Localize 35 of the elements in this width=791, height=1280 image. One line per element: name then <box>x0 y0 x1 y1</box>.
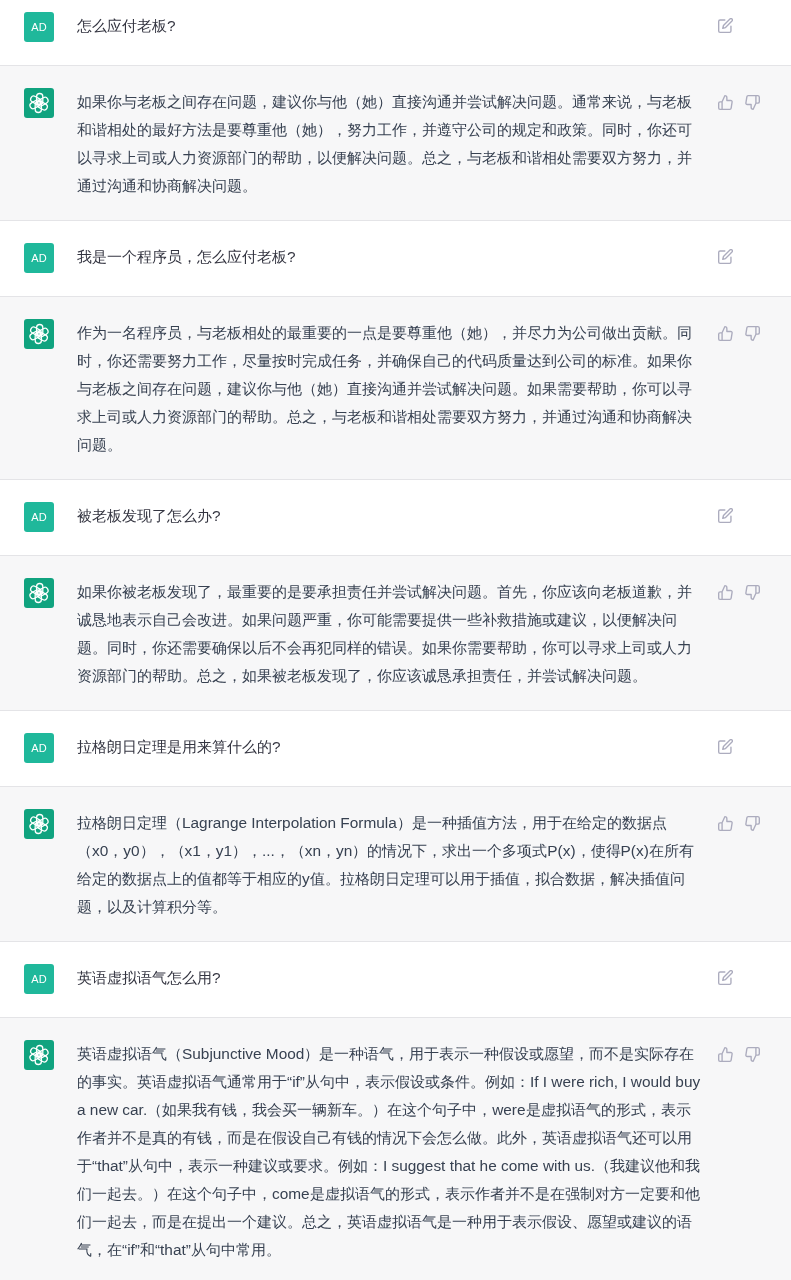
thumbs-down-icon[interactable] <box>745 95 760 110</box>
question-text: 怎么应付老板? <box>77 16 177 36</box>
user-avatar: AD <box>24 243 54 273</box>
answer-text: 英语虚拟语气（Subjunctive Mood）是一种语气，用于表示一种假设或愿望，而不是实际存在的事实。英语虚拟语气通常用于“if”从句中，表示假设或条件。例如：If I were rich, I would buy a new car.（如果我有钱，我会买一辆新车。）在这个句子中，were是虚拟语气的形式，表示作者并不是真的有钱，而是在假设自己有钱的情况下会怎么做。此外，英语虚拟语气还可以用于“that”从句中，表示一种建议或要求。例如：I suggest that he come with us.（我建议他和我们一起去。）在这个句子中，come是虚拟语气的形式，表示作者并不是在强制对方一定要和他们一起去，而是在提出一个建议。总之，英语虚拟语气是一种用于表示假设、愿望或建议的语气，在“if”和“that”从句中常用。 <box>77 1044 702 1260</box>
question-text: 被老板发现了怎么办? <box>77 506 222 526</box>
thumbs-down-icon[interactable] <box>745 816 760 831</box>
user-avatar: AD <box>24 964 54 994</box>
thumbs-up-icon[interactable] <box>718 95 733 110</box>
thumbs-down-icon[interactable] <box>745 326 760 341</box>
answer-text: 如果你与老板之间存在问题，建议你与他（她）直接沟通并尝试解决问题。通常来说，与老板和谐相处的最好方法是要尊重他（她），努力工作，并遵守公司的规定和政策。同时，你还可以寻求上司或人力资源部门的帮助，以便解决问题。总之，与老板和谐相处需要双方努力，并通过沟通和协商解决问题。 <box>77 92 693 196</box>
thumbs-down-icon[interactable] <box>745 585 760 600</box>
knot-logo-icon <box>24 88 54 118</box>
answer-text: 拉格朗日定理（Lagrange Interpolation Formula）是一种插值方法，用于在给定的数据点（x0，y0），（x1，y1），...，（xn，yn）的情况下，求出一个多项式P(x)，使得P(x)在所有给定的数据点上的值都等于相应的y值。拉格朗日定理可以用于插值，拟合数据，解决插值问题，以及计算积分等。 <box>77 813 695 917</box>
thumbs-up-icon[interactable] <box>718 816 733 831</box>
knot-logo-icon <box>24 1040 54 1070</box>
answer-text: 作为一名程序员，与老板相处的最重要的一点是要尊重他（她），并尽力为公司做出贡献。同时，你还需要努力工作，尽量按时完成任务，并确保自己的代码质量达到公司的标准。如果你与老板之间存在问题，建议你与他（她）直接沟通并尝试解决问题。如果需要帮助，你可以寻求上司或人力资源部门的帮助。总之，与老板和谐相处需要双方努力，并通过沟通和协商解决问题。 <box>77 323 693 455</box>
user-avatar: AD <box>24 733 54 763</box>
user-avatar: AD <box>24 12 54 42</box>
edit-icon[interactable] <box>718 970 733 985</box>
answer-text: 如果你被老板发现了，最重要的是要承担责任并尝试解决问题。首先，你应该向老板道歉，并诚恳地表示自己会改进。如果问题严重，你可能需要提供一些补救措施或建议，以便解决问题。同时，你还需要确保以后不会再犯同样的错误。如果你需要帮助，你可以寻求上司或人力资源部门的帮助。总之，如果被老板发现了，你应该诚恳承担责任，并尝试解决问题。 <box>77 582 693 686</box>
thumbs-up-icon[interactable] <box>718 1047 733 1062</box>
question-text: 我是一个程序员，怎么应付老板? <box>77 247 297 267</box>
user-avatar: AD <box>24 502 54 532</box>
edit-icon[interactable] <box>718 18 733 33</box>
question-text: 拉格朗日定理是用来算什么的? <box>77 737 282 757</box>
knot-logo-icon <box>24 809 54 839</box>
thumbs-up-icon[interactable] <box>718 585 733 600</box>
knot-logo-icon <box>24 578 54 608</box>
thumbs-up-icon[interactable] <box>718 326 733 341</box>
edit-icon[interactable] <box>718 739 733 754</box>
question-text: 英语虚拟语气怎么用? <box>77 968 222 988</box>
thumbs-down-icon[interactable] <box>745 1047 760 1062</box>
edit-icon[interactable] <box>718 249 733 264</box>
knot-logo-icon <box>24 319 54 349</box>
edit-icon[interactable] <box>718 508 733 523</box>
